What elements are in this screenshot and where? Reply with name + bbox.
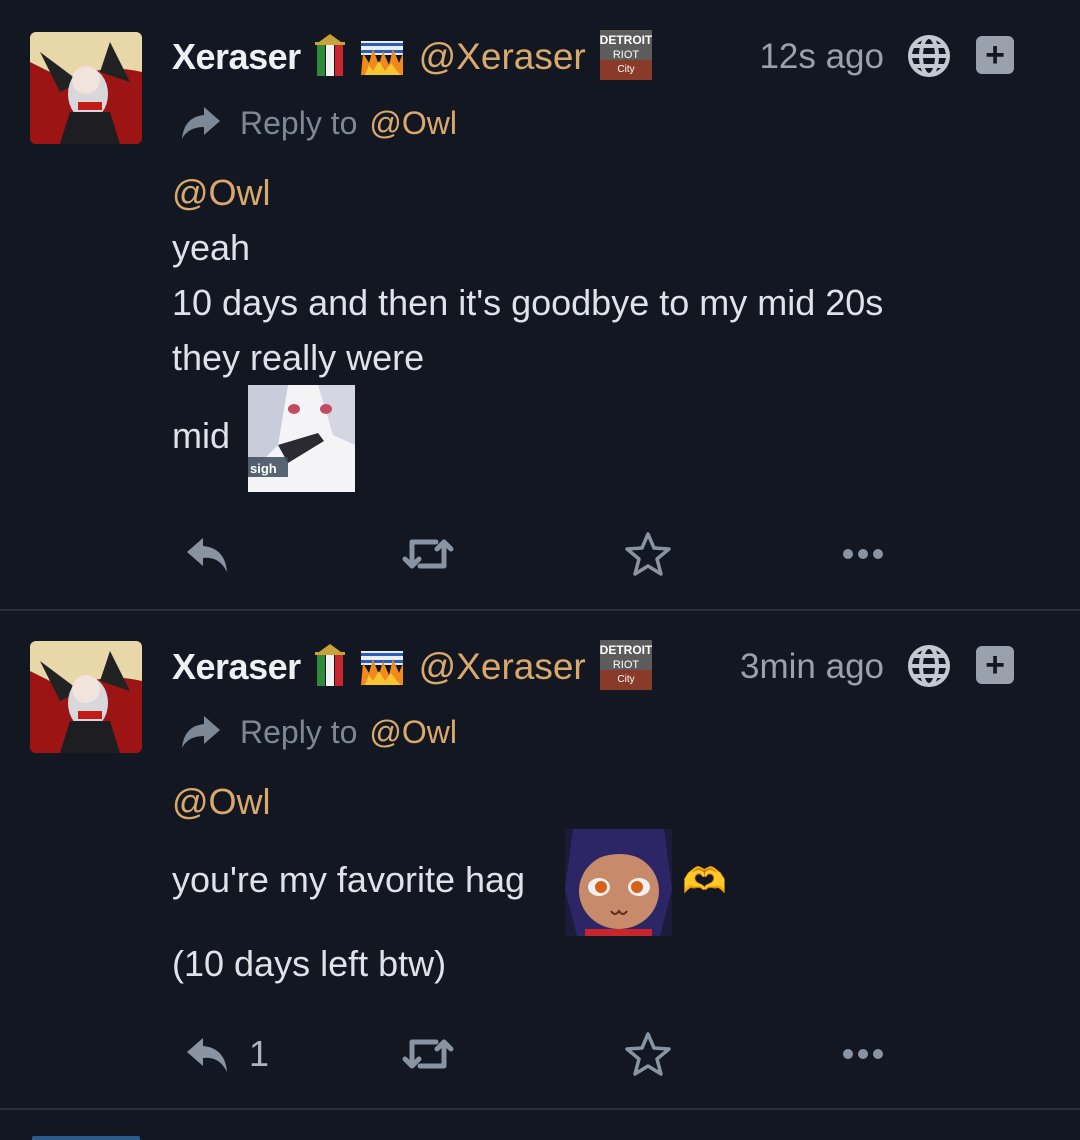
- italy-flag-emoji: [314, 642, 345, 693]
- reply-arrow-icon: [187, 538, 227, 572]
- avatar[interactable]: [30, 641, 142, 753]
- badge-detroit-text: DETROIT: [600, 643, 652, 657]
- badge-city-text: City: [617, 674, 634, 685]
- reply-arrow-icon: [182, 107, 220, 139]
- reply-button[interactable]: 1: [185, 1024, 269, 1084]
- sigh-custom-emoji: sigh: [248, 385, 355, 492]
- globe-icon[interactable]: [906, 643, 952, 689]
- reply-indicator[interactable]: Reply to @Owl: [180, 707, 457, 757]
- content-line-with-emoji: mid: [172, 408, 230, 463]
- badge-riot-text: RIOT: [613, 49, 640, 61]
- globe-icon[interactable]: [906, 33, 952, 79]
- reply-indicator[interactable]: Reply to @Owl: [180, 98, 457, 148]
- emoji-caption: sigh: [250, 461, 277, 476]
- plus-icon[interactable]: +: [976, 646, 1014, 684]
- author-row: Xeraser @Xeraser: [172, 29, 1052, 85]
- avatar-image: [30, 32, 142, 144]
- boost-icon: [402, 1039, 454, 1069]
- author-row: Xeraser @Xeraser: [172, 639, 1052, 695]
- content-line: they really were: [172, 337, 425, 378]
- reply-to-label: Reply to: [240, 104, 358, 141]
- display-name[interactable]: Xeraser: [172, 646, 301, 688]
- status-post[interactable]: Xeraser @Xeraser: [0, 0, 1080, 610]
- burning-flag-emoji: [359, 645, 405, 690]
- badge-detroit-text: DETROIT: [600, 33, 652, 47]
- detroit-riot-city-emoji: DETROIT RIOT City: [599, 639, 653, 695]
- post-content: @Owl: [172, 774, 271, 829]
- action-bar: [0, 524, 1080, 584]
- post-content: @Owl yeah 10 days and then it's goodbye …: [172, 165, 883, 385]
- boost-button[interactable]: [402, 524, 454, 584]
- display-name[interactable]: Xeraser: [172, 36, 301, 78]
- content-text: (10 days left btw): [172, 943, 447, 984]
- heart-hands-emoji: 🫶: [682, 860, 727, 901]
- account-handle[interactable]: @Xeraser: [419, 36, 586, 78]
- avatar[interactable]: [30, 32, 142, 144]
- reply-to-mention[interactable]: @Owl: [369, 105, 457, 142]
- content-line-with-emoji: you're my favorite hag: [172, 852, 525, 907]
- reply-arrow-icon: [187, 1038, 227, 1072]
- star-icon: [625, 532, 671, 576]
- favourite-button[interactable]: [624, 524, 672, 584]
- italy-flag-emoji: [314, 32, 345, 83]
- anime-girl-custom-emoji: [565, 829, 672, 936]
- burning-flag-emoji: [359, 35, 405, 80]
- content-line: (10 days left btw): [172, 936, 446, 991]
- more-button[interactable]: [842, 524, 884, 584]
- post-timestamp[interactable]: 12s ago: [759, 37, 884, 77]
- status-post[interactable]: Xeraser @Xeraser: [0, 611, 1080, 1108]
- badge-riot-text: RIOT: [613, 659, 640, 671]
- star-icon: [625, 1032, 671, 1076]
- more-button[interactable]: [842, 1024, 884, 1084]
- post-divider: [0, 1108, 1080, 1110]
- content-text: you're my favorite hag: [172, 859, 526, 900]
- account-handle[interactable]: @Xeraser: [419, 646, 586, 688]
- reply-to-label: Reply to: [240, 713, 358, 750]
- reply-count: 1: [249, 1033, 270, 1074]
- detroit-riot-city-emoji: DETROIT RIOT City: [599, 29, 653, 85]
- content-text: mid: [172, 415, 231, 456]
- favourite-button[interactable]: [624, 1024, 672, 1084]
- mention-link[interactable]: @Owl: [172, 781, 271, 822]
- badge-city-text: City: [617, 64, 634, 75]
- timeline-feed: Xeraser @Xeraser DETROIT RIOT City 12s a…: [0, 0, 1080, 1140]
- action-bar: 1: [0, 1024, 1080, 1084]
- reply-arrow-icon: [182, 716, 220, 748]
- ellipsis-icon: [843, 549, 883, 559]
- mention-link[interactable]: @Owl: [172, 172, 271, 213]
- content-line: yeah: [172, 227, 251, 268]
- next-post-avatar-edge: [32, 1136, 140, 1140]
- ellipsis-icon: [843, 1049, 883, 1059]
- reply-to-mention[interactable]: @Owl: [369, 714, 457, 751]
- avatar-image: [30, 641, 142, 753]
- plus-icon[interactable]: +: [976, 36, 1014, 74]
- reply-button[interactable]: [185, 524, 229, 584]
- boost-icon: [402, 539, 454, 569]
- boost-button[interactable]: [402, 1024, 454, 1084]
- post-timestamp[interactable]: 3min ago: [740, 647, 884, 687]
- content-line: 10 days and then it's goodbye to my mid …: [172, 282, 884, 323]
